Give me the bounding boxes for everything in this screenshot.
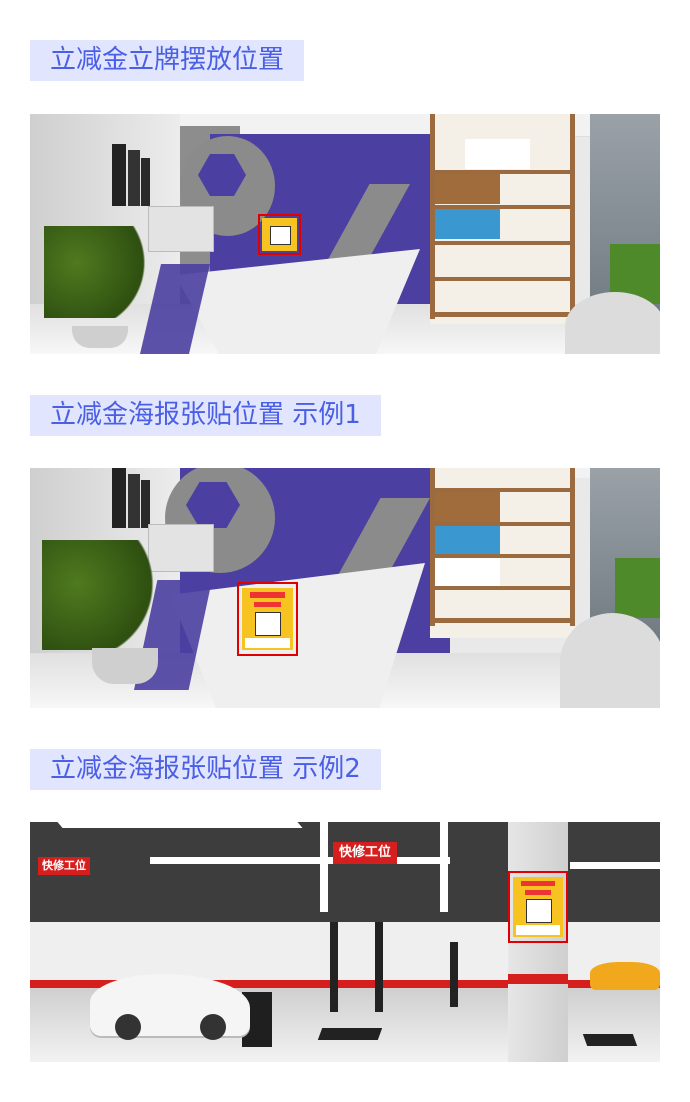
- shelf-post-left: [430, 468, 435, 626]
- plant-pot: [92, 648, 158, 684]
- shelf-board-1: [430, 170, 575, 174]
- wall-frame-2: [128, 474, 140, 528]
- wall-frame-2: [128, 150, 140, 206]
- reception-scene-standee: [30, 114, 660, 354]
- floor-pit-2: [582, 1034, 638, 1046]
- shelf-board-3: [430, 241, 575, 245]
- wall-frame-3: [141, 480, 150, 528]
- car-wheel-front: [115, 1014, 141, 1040]
- shelf-board-4: [430, 586, 575, 590]
- ceiling-light-4: [440, 822, 448, 912]
- pillar-red-band: [508, 974, 568, 984]
- window-greenery: [615, 558, 660, 618]
- shelf-blue-panel: [435, 209, 500, 239]
- shelf-board-3: [430, 554, 575, 558]
- poster-subheadline-bar: [254, 602, 281, 607]
- workshop-scene: 快修工位 快修工位: [30, 822, 660, 1062]
- shelf-board-4: [430, 277, 575, 281]
- section-title-2: 立减金海报张贴位置 示例1: [30, 395, 381, 436]
- poster-footer: [245, 638, 290, 648]
- poster-headline-bar: [521, 881, 555, 886]
- plant: [44, 226, 154, 318]
- ceiling-light-2: [150, 857, 450, 864]
- reception-scene-poster: [30, 468, 660, 708]
- section-title-3: 立减金海报张贴位置 示例2: [30, 749, 381, 790]
- lift-post-2: [375, 922, 383, 1012]
- ceiling-light-3: [320, 822, 328, 912]
- shelf-post-right: [570, 468, 575, 626]
- shelf-wood-panel: [435, 174, 500, 204]
- ceiling-light-5: [570, 862, 660, 869]
- lift-post-1: [330, 922, 338, 1012]
- standee-qr-code: [270, 226, 291, 245]
- shelf-board-1: [430, 488, 575, 492]
- shelf-post-left: [430, 114, 435, 319]
- shelf-post-right: [570, 114, 575, 319]
- ceiling-light-1: [57, 822, 303, 828]
- floor-pit-1: [317, 1028, 383, 1040]
- shelf-white-panel: [435, 558, 500, 586]
- car-wheel-rear: [200, 1014, 226, 1040]
- section-title-1: 立减金立牌摆放位置: [30, 40, 305, 81]
- shelf-wood-panel: [435, 492, 500, 522]
- lift-post-3: [450, 942, 458, 1007]
- poster-headline-bar: [250, 592, 285, 598]
- poster-qr-code: [255, 612, 281, 636]
- plant: [42, 540, 160, 650]
- repair-bay-sign-center: 快修工位: [333, 842, 397, 864]
- poster-qr-code: [526, 899, 552, 923]
- chair: [565, 292, 660, 354]
- poster-subheadline-bar: [525, 890, 551, 895]
- desk-poster: [242, 588, 293, 650]
- shelf-board-2: [430, 205, 575, 209]
- standee-poster: [262, 218, 297, 251]
- plant-pot: [72, 326, 128, 348]
- monitor: [148, 206, 214, 252]
- chair: [560, 613, 660, 708]
- wall-frame-1: [112, 144, 126, 206]
- shelf-white-panel: [465, 139, 530, 169]
- wall-frame-3: [141, 158, 150, 206]
- shelf-board-2: [430, 522, 575, 526]
- shelf-board-5: [430, 618, 575, 623]
- yellow-car: [590, 962, 660, 990]
- poster-footer: [516, 925, 560, 935]
- wall-frame-1: [112, 468, 126, 528]
- pillar-poster: [513, 877, 563, 937]
- shelf-board-5: [430, 312, 575, 317]
- repair-bay-sign-left: 快修工位: [38, 857, 90, 875]
- shelf-blue-panel: [435, 526, 500, 554]
